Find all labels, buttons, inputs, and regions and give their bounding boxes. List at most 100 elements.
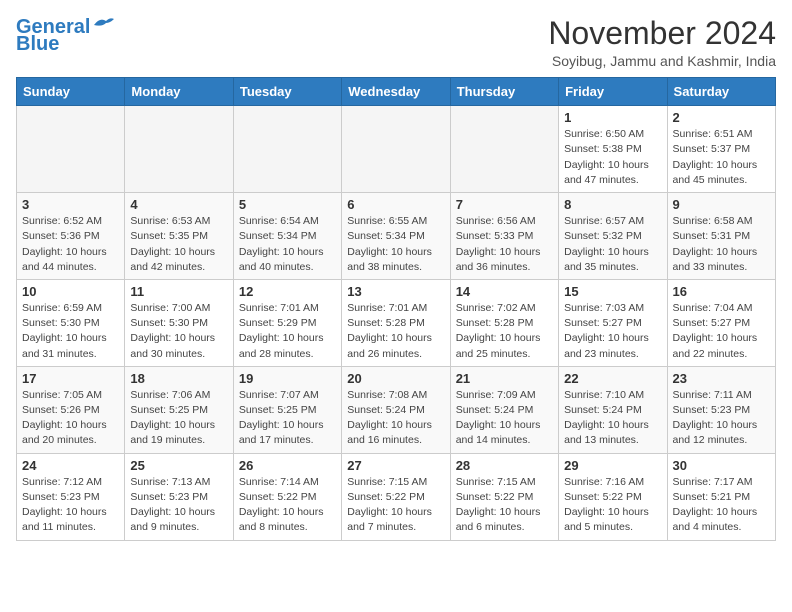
day-number: 30 [673, 458, 770, 473]
day-number: 28 [456, 458, 553, 473]
page-header: General Blue November 2024 Soyibug, Jamm… [16, 16, 776, 69]
table-row: 1Sunrise: 6:50 AM Sunset: 5:38 PM Daylig… [559, 106, 667, 193]
location-subtitle: Soyibug, Jammu and Kashmir, India [548, 53, 776, 69]
day-info: Sunrise: 7:03 AM Sunset: 5:27 PM Dayligh… [564, 301, 661, 362]
table-row: 20Sunrise: 7:08 AM Sunset: 5:24 PM Dayli… [342, 366, 450, 453]
day-number: 10 [22, 284, 119, 299]
day-info: Sunrise: 7:00 AM Sunset: 5:30 PM Dayligh… [130, 301, 227, 362]
day-info: Sunrise: 7:15 AM Sunset: 5:22 PM Dayligh… [347, 475, 444, 536]
day-info: Sunrise: 6:50 AM Sunset: 5:38 PM Dayligh… [564, 127, 661, 188]
table-row [342, 106, 450, 193]
title-section: November 2024 Soyibug, Jammu and Kashmir… [548, 16, 776, 69]
table-row [17, 106, 125, 193]
table-row: 2 Sunrise: 6:51 AM Sunset: 5:37 PM Daylig… [667, 106, 775, 193]
logo-bottom-text: Blue [16, 33, 59, 56]
table-row: 15 Sunrise: 7:03 AM Sunset: 5:27 PM Dayli… [559, 279, 667, 366]
table-row: 16 Sunrise: 7:04 AM Sunset: 5:27 PM Dayli… [667, 279, 775, 366]
day-info: Sunrise: 7:11 AM Sunset: 5:23 PM Dayligh… [673, 388, 770, 449]
table-row: 5 Sunrise: 6:54 AM Sunset: 5:34 PM Daylig… [233, 193, 341, 280]
day-number: 16 [673, 284, 770, 299]
logo: General Blue [16, 16, 114, 56]
day-number: 12 [239, 284, 336, 299]
day-info: Sunrise: 7:01 AM Sunset: 5:28 PM Dayligh… [347, 301, 444, 362]
day-number: 6 [347, 197, 444, 212]
col-thursday: Thursday [450, 78, 558, 106]
table-row: 12 Sunrise: 7:01 AM Sunset: 5:29 PM Dayli… [233, 279, 341, 366]
col-monday: Monday [125, 78, 233, 106]
day-info: Sunrise: 6:57 AM Sunset: 5:32 PM Dayligh… [564, 214, 661, 275]
day-number: 18 [130, 371, 227, 386]
day-number: 11 [130, 284, 227, 299]
day-info: Sunrise: 6:55 AM Sunset: 5:34 PM Dayligh… [347, 214, 444, 275]
day-info: Sunrise: 6:54 AM Sunset: 5:34 PM Dayligh… [239, 214, 336, 275]
day-info: Sunrise: 7:07 AM Sunset: 5:25 PM Dayligh… [239, 388, 336, 449]
day-number: 14 [456, 284, 553, 299]
col-wednesday: Wednesday [342, 78, 450, 106]
day-number: 4 [130, 197, 227, 212]
day-number: 21 [456, 371, 553, 386]
table-row: 8 Sunrise: 6:57 AM Sunset: 5:32 PM Daylig… [559, 193, 667, 280]
day-info: Sunrise: 7:01 AM Sunset: 5:29 PM Dayligh… [239, 301, 336, 362]
calendar-week-row: 17 Sunrise: 7:05 AM Sunset: 5:26 PM Dayli… [17, 366, 776, 453]
col-sunday: Sunday [17, 78, 125, 106]
day-info: Sunrise: 7:13 AM Sunset: 5:23 PM Dayligh… [130, 475, 227, 536]
table-row: 7 Sunrise: 6:56 AM Sunset: 5:33 PM Daylig… [450, 193, 558, 280]
day-number: 15 [564, 284, 661, 299]
table-row: 3Sunrise: 6:52 AM Sunset: 5:36 PM Daylig… [17, 193, 125, 280]
day-number: 23 [673, 371, 770, 386]
day-info: Sunrise: 6:58 AM Sunset: 5:31 PM Dayligh… [673, 214, 770, 275]
table-row: 26 Sunrise: 7:14 AM Sunset: 5:22 PM Dayli… [233, 453, 341, 540]
col-friday: Friday [559, 78, 667, 106]
day-info: Sunrise: 6:51 AM Sunset: 5:37 PM Dayligh… [673, 127, 770, 188]
day-number: 5 [239, 197, 336, 212]
col-saturday: Saturday [667, 78, 775, 106]
table-row: 13 Sunrise: 7:01 AM Sunset: 5:28 PM Dayli… [342, 279, 450, 366]
day-number: 17 [22, 371, 119, 386]
month-title: November 2024 [548, 16, 776, 51]
calendar-table: Sunday Monday Tuesday Wednesday Thursday… [16, 77, 776, 540]
table-row: 22Sunrise: 7:10 AM Sunset: 5:24 PM Dayli… [559, 366, 667, 453]
day-number: 24 [22, 458, 119, 473]
day-info: Sunrise: 7:17 AM Sunset: 5:21 PM Dayligh… [673, 475, 770, 536]
table-row: 9 Sunrise: 6:58 AM Sunset: 5:31 PM Daylig… [667, 193, 775, 280]
day-number: 2 [673, 110, 770, 125]
day-number: 29 [564, 458, 661, 473]
day-number: 25 [130, 458, 227, 473]
table-row: 6 Sunrise: 6:55 AM Sunset: 5:34 PM Daylig… [342, 193, 450, 280]
day-info: Sunrise: 6:56 AM Sunset: 5:33 PM Dayligh… [456, 214, 553, 275]
day-info: Sunrise: 6:53 AM Sunset: 5:35 PM Dayligh… [130, 214, 227, 275]
day-info: Sunrise: 7:04 AM Sunset: 5:27 PM Dayligh… [673, 301, 770, 362]
day-number: 7 [456, 197, 553, 212]
calendar-header-row: Sunday Monday Tuesday Wednesday Thursday… [17, 78, 776, 106]
table-row: 29 Sunrise: 7:16 AM Sunset: 5:22 PM Dayli… [559, 453, 667, 540]
calendar-week-row: 10 Sunrise: 6:59 AM Sunset: 5:30 PM Dayli… [17, 279, 776, 366]
table-row: 25 Sunrise: 7:13 AM Sunset: 5:23 PM Dayli… [125, 453, 233, 540]
day-info: Sunrise: 7:05 AM Sunset: 5:26 PM Dayligh… [22, 388, 119, 449]
col-tuesday: Tuesday [233, 78, 341, 106]
table-row: 24 Sunrise: 7:12 AM Sunset: 5:23 PM Dayli… [17, 453, 125, 540]
day-number: 13 [347, 284, 444, 299]
table-row: 21 Sunrise: 7:09 AM Sunset: 5:24 PM Dayli… [450, 366, 558, 453]
day-number: 26 [239, 458, 336, 473]
table-row: 4 Sunrise: 6:53 AM Sunset: 5:35 PM Daylig… [125, 193, 233, 280]
day-info: Sunrise: 6:59 AM Sunset: 5:30 PM Dayligh… [22, 301, 119, 362]
day-info: Sunrise: 7:10 AM Sunset: 5:24 PM Dayligh… [564, 388, 661, 449]
day-info: Sunrise: 7:08 AM Sunset: 5:24 PM Dayligh… [347, 388, 444, 449]
day-info: Sunrise: 7:09 AM Sunset: 5:24 PM Dayligh… [456, 388, 553, 449]
table-row [233, 106, 341, 193]
day-number: 8 [564, 197, 661, 212]
table-row: 11 Sunrise: 7:00 AM Sunset: 5:30 PM Dayli… [125, 279, 233, 366]
day-number: 27 [347, 458, 444, 473]
day-info: Sunrise: 7:14 AM Sunset: 5:22 PM Dayligh… [239, 475, 336, 536]
table-row: 23 Sunrise: 7:11 AM Sunset: 5:23 PM Dayli… [667, 366, 775, 453]
day-number: 9 [673, 197, 770, 212]
calendar-week-row: 1Sunrise: 6:50 AM Sunset: 5:38 PM Daylig… [17, 106, 776, 193]
table-row: 30 Sunrise: 7:17 AM Sunset: 5:21 PM Dayli… [667, 453, 775, 540]
day-number: 3 [22, 197, 119, 212]
day-number: 19 [239, 371, 336, 386]
table-row: 14 Sunrise: 7:02 AM Sunset: 5:28 PM Dayli… [450, 279, 558, 366]
day-info: Sunrise: 7:02 AM Sunset: 5:28 PM Dayligh… [456, 301, 553, 362]
table-row: 28Sunrise: 7:15 AM Sunset: 5:22 PM Dayli… [450, 453, 558, 540]
day-info: Sunrise: 7:16 AM Sunset: 5:22 PM Dayligh… [564, 475, 661, 536]
day-info: Sunrise: 7:12 AM Sunset: 5:23 PM Dayligh… [22, 475, 119, 536]
